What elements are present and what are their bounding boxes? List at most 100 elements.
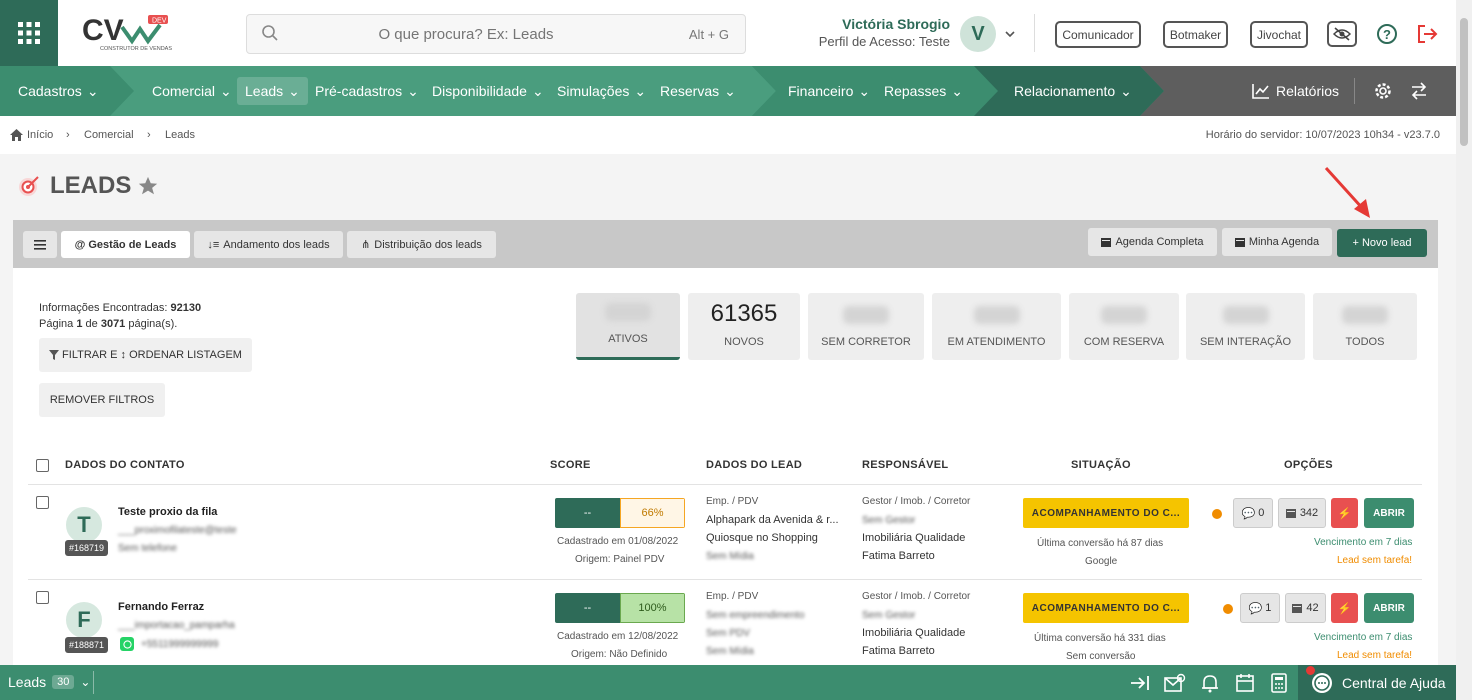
col-dados-contato[interactable]: DADOS DO CONTATO	[65, 459, 185, 471]
score-b: 66%	[620, 498, 685, 528]
nav-repasses[interactable]: Repasses ⌄	[884, 66, 963, 116]
novo-lead-button[interactable]: + Novo lead	[1337, 229, 1427, 257]
sitemap-icon: ⋔	[361, 239, 371, 251]
nav-leads[interactable]: Leads ⌄	[237, 77, 308, 105]
nav-reservas[interactable]: Reservas ⌄	[660, 66, 736, 116]
lead-id[interactable]: #168719	[65, 540, 109, 556]
col-responsavel[interactable]: RESPONSÁVEL	[862, 459, 948, 471]
breadcrumb-home[interactable]: Início	[10, 129, 53, 141]
no-task-warning: Lead sem tarefa!	[1337, 650, 1413, 661]
chevron-down-icon: ⌄	[288, 82, 300, 99]
col-score[interactable]: SCORE	[550, 459, 591, 471]
collapse-button[interactable]	[1130, 674, 1150, 697]
stat-novos[interactable]: 61365 NOVOS	[688, 293, 800, 360]
switch-button[interactable]	[1410, 66, 1428, 116]
quick-action-button[interactable]: ⚡	[1331, 498, 1358, 528]
comunicador-button[interactable]: Comunicador	[1055, 21, 1141, 48]
chevron-down-icon: ⌄	[220, 82, 232, 99]
user-avatar[interactable]: V	[960, 16, 996, 52]
grid-icon	[18, 22, 40, 44]
calendar-button[interactable]	[1235, 673, 1255, 698]
nav-simulacoes[interactable]: Simulações ⌄	[557, 66, 646, 116]
open-lead-button[interactable]: ABRIR	[1364, 498, 1414, 528]
tasks-button[interactable]: 342	[1278, 498, 1326, 528]
stat-sem-interacao[interactable]: SEM INTERAÇÃO	[1186, 293, 1305, 360]
menu-toggle-button[interactable]	[23, 231, 57, 258]
global-search[interactable]: Alt + G	[246, 14, 746, 54]
logout-button[interactable]	[1412, 20, 1442, 48]
col-opcoes[interactable]: OPÇÕES	[1284, 459, 1333, 471]
notifications-button[interactable]	[1201, 673, 1219, 698]
nav-relacionamento[interactable]: Relacionamento ⌄	[1014, 66, 1132, 116]
lead-name[interactable]: Teste proxio da fila	[118, 506, 217, 518]
score-a: --	[555, 498, 620, 528]
botmaker-button[interactable]: Botmaker	[1163, 21, 1228, 48]
lead-name[interactable]: Fernando Ferraz	[118, 601, 204, 613]
situation-badge[interactable]: ACOMPANHAMENTO DO C...	[1023, 498, 1189, 528]
settings-button[interactable]	[1374, 66, 1392, 116]
tab-gestao-leads[interactable]: @ Gestão de Leads	[61, 231, 190, 258]
col-situacao[interactable]: SITUAÇÃO	[1071, 459, 1131, 471]
nav-disponibilidade[interactable]: Disponibilidade ⌄	[432, 66, 544, 116]
page-total: 3071	[100, 318, 126, 330]
col-dados-lead[interactable]: DADOS DO LEAD	[706, 459, 802, 471]
stat-sem-corretor[interactable]: SEM CORRETOR	[808, 293, 924, 360]
quick-action-button[interactable]: ⚡	[1331, 593, 1358, 623]
nav-relatorios[interactable]: Relatórios	[1252, 66, 1339, 116]
lead-id[interactable]: #188871	[65, 637, 109, 653]
chevron-down-icon: ⌄	[858, 82, 871, 99]
lead-phone: Sem telefone	[118, 543, 177, 554]
nav-label: Relatórios	[1276, 83, 1340, 99]
chat-button[interactable]: 💬 1	[1240, 593, 1280, 623]
filter-order-button[interactable]: FILTRAR E ↕ ORDENAR LISTAGEM	[39, 338, 252, 372]
stat-em-atendimento[interactable]: EM ATENDIMENTO	[932, 293, 1061, 360]
tab-bar: @ Gestão de Leads ↓≡ Andamento dos leads…	[13, 220, 1438, 268]
help-center-button[interactable]: Central de Ajuda	[1298, 665, 1456, 700]
row-checkbox[interactable]	[36, 496, 49, 509]
scrollbar-thumb[interactable]	[1460, 18, 1468, 146]
whatsapp-icon[interactable]	[120, 637, 134, 651]
star-icon[interactable]	[137, 175, 159, 197]
nav-pre-cadastros[interactable]: Pré-cadastros ⌄	[315, 66, 419, 116]
cv-logo[interactable]: CV DEV CONSTRUTOR DE VENDAS	[58, 0, 198, 66]
bottom-label: Leads	[8, 674, 47, 690]
apps-grid-button[interactable]	[0, 0, 58, 66]
chevron-down-icon[interactable]	[1004, 27, 1016, 45]
nav-financeiro[interactable]: Financeiro ⌄	[788, 66, 870, 116]
resp-manager: Sem Gestor	[862, 515, 916, 526]
row-checkbox[interactable]	[36, 591, 49, 604]
gear-icon	[1375, 83, 1391, 99]
hide-values-button[interactable]	[1327, 21, 1357, 47]
minha-agenda-button[interactable]: Minha Agenda	[1222, 228, 1332, 256]
remove-filters-button[interactable]: REMOVER FILTROS	[39, 383, 165, 417]
page-size-selector[interactable]: Leads 30 ⌄	[8, 674, 90, 690]
help-button[interactable]: ?	[1372, 20, 1402, 48]
calculator-button[interactable]	[1270, 673, 1288, 698]
lead-pdv: Quiosque no Shopping	[706, 532, 818, 544]
breadcrumb-comercial[interactable]: Comercial	[84, 129, 134, 141]
agenda-completa-button[interactable]: Agenda Completa	[1088, 228, 1217, 256]
mail-button[interactable]	[1164, 673, 1186, 698]
situation-badge[interactable]: ACOMPANHAMENTO DO C...	[1023, 593, 1189, 623]
user-info[interactable]: Victória Sbrogio Perfil de Acesso: Teste	[800, 16, 950, 49]
jivochat-button[interactable]: Jivochat	[1250, 21, 1308, 48]
tab-andamento-leads[interactable]: ↓≡ Andamento dos leads	[194, 231, 343, 258]
search-input[interactable]	[247, 15, 745, 53]
chat-button[interactable]: 💬 0	[1233, 498, 1273, 528]
mail-icon	[1164, 673, 1186, 692]
tasks-button[interactable]: 42	[1285, 593, 1326, 623]
stat-ativos[interactable]: ATIVOS	[576, 293, 680, 360]
nav-cadastros[interactable]: Cadastros ⌄	[18, 66, 99, 116]
bolt-icon: ⚡	[1337, 602, 1352, 615]
open-lead-button[interactable]: ABRIR	[1364, 593, 1414, 623]
stat-todos[interactable]: TODOS	[1313, 293, 1417, 360]
tab-label: Andamento dos leads	[223, 238, 330, 251]
breadcrumb-leads[interactable]: Leads	[165, 129, 195, 141]
page-scrollbar[interactable]	[1456, 0, 1472, 700]
stat-com-reserva[interactable]: COM RESERVA	[1069, 293, 1179, 360]
select-all-checkbox[interactable]	[36, 459, 49, 472]
task-count: 342	[1299, 507, 1319, 519]
tab-distribuicao-leads[interactable]: ⋔ Distribuição dos leads	[347, 231, 496, 258]
nav-comercial[interactable]: Comercial ⌄	[152, 66, 232, 116]
lead-phone: +5511999999999	[141, 639, 219, 650]
